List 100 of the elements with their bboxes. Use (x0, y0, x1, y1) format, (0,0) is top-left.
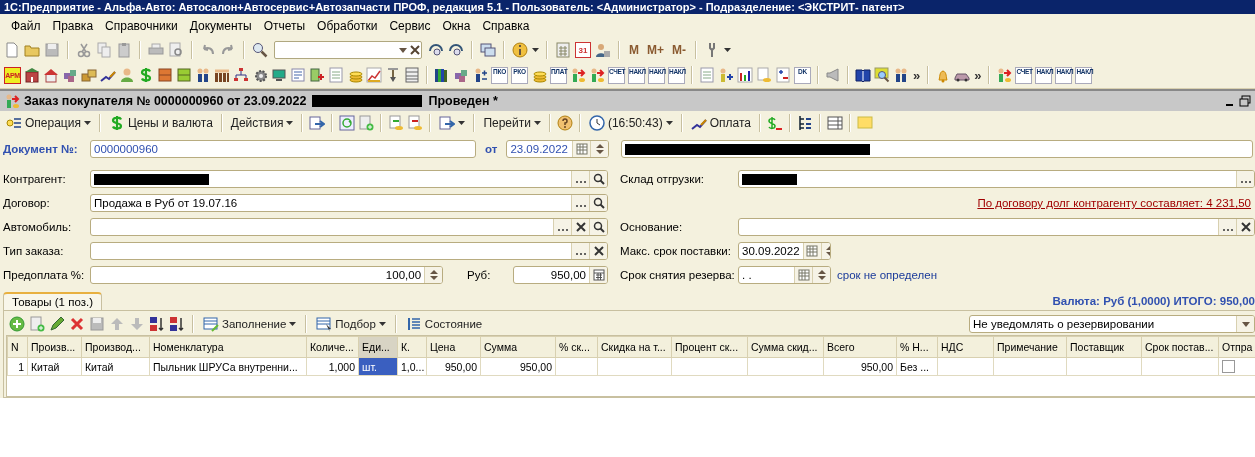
checkbox[interactable] (1222, 360, 1235, 373)
table-cell[interactable]: 1 (7, 357, 28, 376)
table-cell[interactable] (597, 357, 672, 376)
help-icon[interactable] (556, 115, 573, 131)
column-header[interactable]: К. (397, 336, 427, 358)
memory-button[interactable]: M (627, 43, 641, 57)
refresh-icon[interactable] (339, 115, 356, 131)
tab[interactable]: Товары (1 поз.) (3, 292, 102, 310)
windows-icon[interactable] (480, 42, 496, 58)
column-header[interactable]: Отпра (1218, 336, 1255, 358)
menu-item[interactable]: Сервис (384, 17, 436, 35)
menu-item[interactable]: Окна (437, 17, 476, 35)
date-field[interactable]: 30.09.2022 (738, 242, 831, 260)
drawers-icon[interactable] (176, 67, 192, 83)
search-icon[interactable] (592, 197, 605, 209)
table-cell[interactable]: Китай (27, 357, 82, 376)
person-arrow-icon[interactable] (996, 67, 1013, 83)
chart-icon[interactable] (366, 67, 382, 83)
more-button[interactable]: » (973, 67, 983, 83)
operation-menu-button[interactable]: Операция (4, 114, 93, 132)
calendar-icon[interactable] (797, 269, 810, 281)
find-next-icon[interactable] (448, 42, 464, 58)
calculator-icon[interactable] (592, 269, 605, 281)
debt-link[interactable]: По договору долг контрагенту составляет: 4 231,50 (977, 197, 1251, 209)
column-header[interactable]: Количе... (306, 336, 359, 358)
table-cell[interactable]: Без ... (896, 357, 938, 376)
table-cell[interactable] (747, 357, 824, 376)
column-header[interactable]: Цена (426, 336, 481, 358)
add-icon[interactable] (9, 316, 25, 332)
book-icon[interactable] (855, 67, 871, 83)
person-arrow-icon[interactable] (570, 67, 586, 83)
clipboard-icon[interactable] (116, 42, 132, 58)
folder-icon[interactable] (24, 42, 40, 58)
memory-button[interactable]: M+ (645, 43, 666, 57)
status-button[interactable]: Состояние (403, 315, 485, 333)
table-cell[interactable] (671, 357, 748, 376)
more-button[interactable]: » (912, 67, 922, 83)
search-doc-icon[interactable] (874, 67, 890, 83)
person-arrow-icon[interactable] (589, 67, 605, 83)
menu-item[interactable]: Правка (47, 17, 99, 35)
sort-descending-icon[interactable] (169, 316, 185, 332)
column-header[interactable]: Срок постав... (1141, 336, 1219, 358)
sort-ascending-icon[interactable] (149, 316, 165, 332)
people-icon[interactable] (893, 67, 909, 83)
column-header[interactable]: Произв... (27, 336, 82, 358)
column-header[interactable]: Поставщик (1066, 336, 1142, 358)
menu-item[interactable]: Файл (6, 17, 46, 35)
calendar-icon[interactable] (575, 143, 588, 155)
actions-menu-button[interactable]: Действия (228, 115, 296, 131)
dollar-icon[interactable] (138, 67, 154, 83)
megaphone-icon[interactable] (825, 67, 841, 83)
table-cell[interactable] (1066, 357, 1142, 376)
clear-icon[interactable] (1239, 221, 1252, 233)
column-header[interactable]: Номенклатура (149, 336, 307, 358)
fill-menu-button[interactable]: Заполнение (201, 315, 299, 333)
delete-icon[interactable] (69, 316, 85, 332)
column-header[interactable]: N (7, 336, 28, 358)
search-combo-field[interactable] (274, 41, 422, 59)
table-cell[interactable]: 1,0... (397, 357, 427, 376)
find-next-icon[interactable] (428, 42, 444, 58)
notify-dropdown[interactable]: Не уведомлять о резервировании (969, 315, 1255, 333)
menu-item[interactable]: Обработки (312, 17, 383, 35)
table-cell[interactable]: Пыльник ШРУСа внутренни... (149, 357, 307, 376)
shovel-icon[interactable] (385, 67, 401, 83)
table-cell[interactable]: 950,00 (823, 357, 897, 376)
column-header[interactable]: % Н... (896, 336, 938, 358)
user-lock-icon[interactable] (595, 42, 611, 58)
amount-field[interactable]: 950,00 (512, 266, 608, 284)
scissors-icon[interactable] (76, 42, 92, 58)
input-field[interactable] (90, 242, 608, 260)
tree-icon[interactable] (796, 115, 813, 131)
column-header[interactable]: Всего (823, 336, 897, 358)
search-icon[interactable] (592, 173, 605, 185)
comment-field[interactable] (621, 140, 1253, 158)
hierarchy-icon[interactable] (233, 67, 249, 83)
input-field[interactable]: Продажа в Руб от 19.07.16 (90, 194, 608, 212)
column-header[interactable]: Процент ск... (671, 336, 748, 358)
column-header[interactable]: Примечание (993, 336, 1067, 358)
column-header[interactable]: НДС (937, 336, 994, 358)
pencil-icon[interactable] (49, 316, 65, 332)
plus-minus-doc-icon[interactable] (775, 67, 791, 83)
rack-icon[interactable] (404, 67, 420, 83)
calc-doc-icon[interactable] (309, 67, 325, 83)
date-field[interactable]: 23.09.2022 (506, 140, 610, 158)
menu-item[interactable]: Справочники (100, 17, 183, 35)
menu-item[interactable]: Документы (184, 17, 257, 35)
column-header[interactable]: Еди... (358, 336, 398, 358)
info-icon[interactable] (512, 42, 528, 58)
monitor-icon[interactable] (271, 67, 287, 83)
payment-button[interactable]: Оплата (688, 114, 753, 132)
books-icon[interactable] (434, 67, 450, 83)
arrow-doc-icon[interactable] (309, 115, 326, 131)
input-field[interactable] (738, 218, 1255, 236)
menu-item[interactable]: Справка (477, 17, 535, 35)
list-icon[interactable] (826, 115, 843, 131)
clear-icon[interactable] (592, 245, 605, 257)
percent-field[interactable]: 100,00 (90, 266, 444, 284)
menu-item[interactable]: Отчеты (258, 17, 311, 35)
restore-icon[interactable] (1239, 95, 1251, 107)
calendar-button[interactable]: 31 (575, 42, 591, 58)
